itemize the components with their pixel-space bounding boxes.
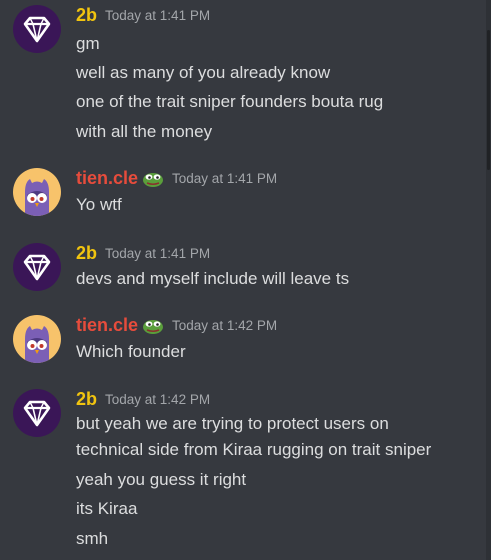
message-text: one of the trait sniper founders bouta r… bbox=[76, 92, 384, 111]
message-header: 2b Today at 1:41 PM bbox=[76, 5, 210, 27]
message-text: Which founder bbox=[76, 342, 186, 361]
owl-avatar-icon[interactable] bbox=[13, 315, 61, 363]
pepe-badge-icon bbox=[142, 318, 164, 334]
owl-avatar-icon[interactable] bbox=[13, 168, 61, 216]
diamond-avatar-icon[interactable] bbox=[13, 389, 61, 437]
timestamp[interactable]: Today at 1:41 PM bbox=[172, 171, 277, 186]
message-header: 2b Today at 1:42 PM bbox=[76, 389, 210, 411]
message-text: with all the money bbox=[76, 122, 213, 141]
diamond-avatar-icon[interactable] bbox=[13, 243, 61, 291]
scrollbar-thumb[interactable] bbox=[487, 30, 490, 170]
message-text: gm bbox=[76, 34, 100, 53]
message-text: Yo wtf bbox=[76, 195, 122, 214]
message-text: well as many of you already know bbox=[76, 63, 331, 82]
username[interactable]: 2b bbox=[76, 243, 97, 263]
message-text: yeah you guess it right bbox=[76, 470, 247, 489]
message-text: devs and myself include will leave ts bbox=[76, 269, 350, 288]
timestamp[interactable]: Today at 1:42 PM bbox=[105, 392, 210, 407]
username[interactable]: tien.cle bbox=[76, 315, 138, 335]
timestamp[interactable]: Today at 1:41 PM bbox=[105, 8, 210, 23]
message-text: technical side from Kiraa rugging on tra… bbox=[76, 440, 432, 459]
username[interactable]: tien.cle bbox=[76, 168, 138, 188]
message-header: 2b Today at 1:41 PM bbox=[76, 243, 210, 265]
chat-message-list: 2b Today at 1:41 PM gm well as many of yo… bbox=[0, 0, 491, 560]
diamond-avatar-icon[interactable] bbox=[13, 5, 61, 53]
message-header: tien.cle Today at 1:42 PM bbox=[76, 315, 277, 337]
scrollbar[interactable] bbox=[486, 0, 491, 560]
timestamp[interactable]: Today at 1:42 PM bbox=[172, 318, 277, 333]
message-header: tien.cle Today at 1:41 PM bbox=[76, 168, 277, 190]
message-text: smh bbox=[76, 529, 109, 548]
message-text: but yeah we are trying to protect users … bbox=[76, 414, 389, 433]
message-text: its Kiraa bbox=[76, 499, 138, 518]
username[interactable]: 2b bbox=[76, 389, 97, 409]
username[interactable]: 2b bbox=[76, 5, 97, 25]
pepe-badge-icon bbox=[142, 171, 164, 187]
timestamp[interactable]: Today at 1:41 PM bbox=[105, 246, 210, 261]
